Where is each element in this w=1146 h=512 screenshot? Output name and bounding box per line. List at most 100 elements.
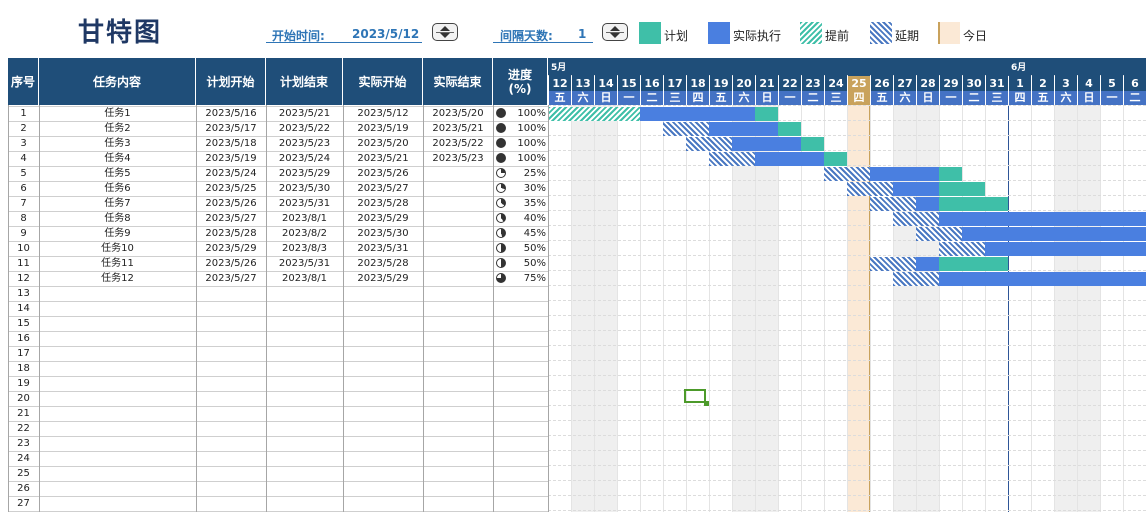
task-name[interactable]: 任务12 [39,271,196,286]
actual-bar[interactable] [939,212,1146,226]
task-name[interactable]: 任务1 [39,106,196,121]
actual-end-cell[interactable]: 2023/5/22 [423,136,493,151]
plan-end-cell[interactable]: 2023/8/3 [266,241,343,256]
task-number[interactable]: 2 [8,121,39,136]
plan-end-cell[interactable]: 2023/5/23 [266,136,343,151]
task-name[interactable]: 任务2 [39,121,196,136]
plan-end-cell[interactable]: 2023/5/31 [266,196,343,211]
actual-start-cell[interactable]: 2023/5/20 [343,136,423,151]
progress-value[interactable]: 100% [508,136,546,151]
plan-end-cell[interactable]: 2023/5/29 [266,166,343,181]
plan-start-cell[interactable]: 2023/5/19 [196,151,266,166]
actual-end-cell[interactable]: 2023/5/20 [423,106,493,121]
task-number[interactable]: 11 [8,256,39,271]
plan-start-cell[interactable]: 2023/5/25 [196,181,266,196]
actual-end-cell[interactable]: 2023/5/23 [423,151,493,166]
plan-end-cell[interactable]: 2023/5/30 [266,181,343,196]
progress-value[interactable]: 100% [508,151,546,166]
plan-bar[interactable] [939,182,985,196]
actual-bar[interactable] [732,137,801,151]
actual-start-cell[interactable]: 2023/5/26 [343,166,423,181]
fill-handle[interactable] [704,401,709,406]
task-name[interactable]: 任务3 [39,136,196,151]
delay-bar[interactable] [893,212,939,226]
progress-value[interactable]: 25% [508,166,546,181]
progress-value[interactable]: 50% [508,256,546,271]
actual-start-cell[interactable]: 2023/5/31 [343,241,423,256]
plan-end-cell[interactable]: 2023/8/1 [266,271,343,286]
progress-value[interactable]: 50% [508,241,546,256]
progress-value[interactable]: 35% [508,196,546,211]
task-name[interactable]: 任务10 [39,241,196,256]
plan-end-cell[interactable]: 2023/8/1 [266,211,343,226]
delay-bar[interactable] [916,227,962,241]
actual-start-cell[interactable]: 2023/5/19 [343,121,423,136]
actual-bar[interactable] [916,197,939,211]
selected-cell[interactable] [684,389,706,403]
task-number[interactable]: 7 [8,196,39,211]
plan-end-cell[interactable]: 2023/8/2 [266,226,343,241]
plan-bar[interactable] [939,197,1008,211]
plan-start-cell[interactable]: 2023/5/29 [196,241,266,256]
task-number[interactable]: 6 [8,181,39,196]
actual-start-cell[interactable]: 2023/5/27 [343,181,423,196]
task-number[interactable]: 12 [8,271,39,286]
progress-value[interactable]: 100% [508,121,546,136]
delay-bar[interactable] [824,167,870,181]
task-number[interactable]: 3 [8,136,39,151]
delay-bar[interactable] [870,197,916,211]
progress-value[interactable]: 45% [508,226,546,241]
actual-bar[interactable] [893,182,939,196]
plan-start-cell[interactable]: 2023/5/24 [196,166,266,181]
plan-end-cell[interactable]: 2023/5/22 [266,121,343,136]
early-bar[interactable] [548,107,640,121]
plan-end-cell[interactable]: 2023/5/31 [266,256,343,271]
actual-start-cell[interactable]: 2023/5/21 [343,151,423,166]
actual-bar[interactable] [709,122,778,136]
actual-start-cell[interactable]: 2023/5/28 [343,256,423,271]
actual-end-cell[interactable]: 2023/5/21 [423,121,493,136]
progress-value[interactable]: 40% [508,211,546,226]
delay-bar[interactable] [709,152,755,166]
task-name[interactable]: 任务8 [39,211,196,226]
plan-bar[interactable] [755,107,778,121]
task-name[interactable]: 任务4 [39,151,196,166]
actual-start-cell[interactable]: 2023/5/12 [343,106,423,121]
progress-value[interactable]: 100% [508,106,546,121]
task-name[interactable]: 任务7 [39,196,196,211]
actual-bar[interactable] [640,107,755,121]
plan-bar[interactable] [939,257,1008,271]
task-number[interactable]: 5 [8,166,39,181]
plan-start-cell[interactable]: 2023/5/26 [196,196,266,211]
task-name[interactable]: 任务5 [39,166,196,181]
plan-start-cell[interactable]: 2023/5/28 [196,226,266,241]
plan-start-cell[interactable]: 2023/5/16 [196,106,266,121]
task-name[interactable]: 任务11 [39,256,196,271]
plan-start-cell[interactable]: 2023/5/27 [196,271,266,286]
plan-bar[interactable] [824,152,847,166]
plan-start-cell[interactable]: 2023/5/27 [196,211,266,226]
delay-bar[interactable] [663,122,709,136]
delay-bar[interactable] [870,257,916,271]
task-number[interactable]: 10 [8,241,39,256]
plan-start-cell[interactable]: 2023/5/26 [196,256,266,271]
plan-start-cell[interactable]: 2023/5/17 [196,121,266,136]
task-number[interactable]: 1 [8,106,39,121]
task-number[interactable]: 4 [8,151,39,166]
actual-bar[interactable] [870,167,939,181]
plan-end-cell[interactable]: 2023/5/24 [266,151,343,166]
plan-bar[interactable] [801,137,824,151]
actual-start-cell[interactable]: 2023/5/30 [343,226,423,241]
actual-bar[interactable] [939,272,1146,286]
plan-start-cell[interactable]: 2023/5/18 [196,136,266,151]
actual-start-cell[interactable]: 2023/5/29 [343,211,423,226]
delay-bar[interactable] [847,182,893,196]
actual-start-cell[interactable]: 2023/5/29 [343,271,423,286]
task-name[interactable]: 任务6 [39,181,196,196]
actual-bar[interactable] [985,242,1146,256]
plan-end-cell[interactable]: 2023/5/21 [266,106,343,121]
actual-bar[interactable] [916,257,939,271]
progress-value[interactable]: 75% [508,271,546,286]
task-name[interactable]: 任务9 [39,226,196,241]
progress-value[interactable]: 30% [508,181,546,196]
